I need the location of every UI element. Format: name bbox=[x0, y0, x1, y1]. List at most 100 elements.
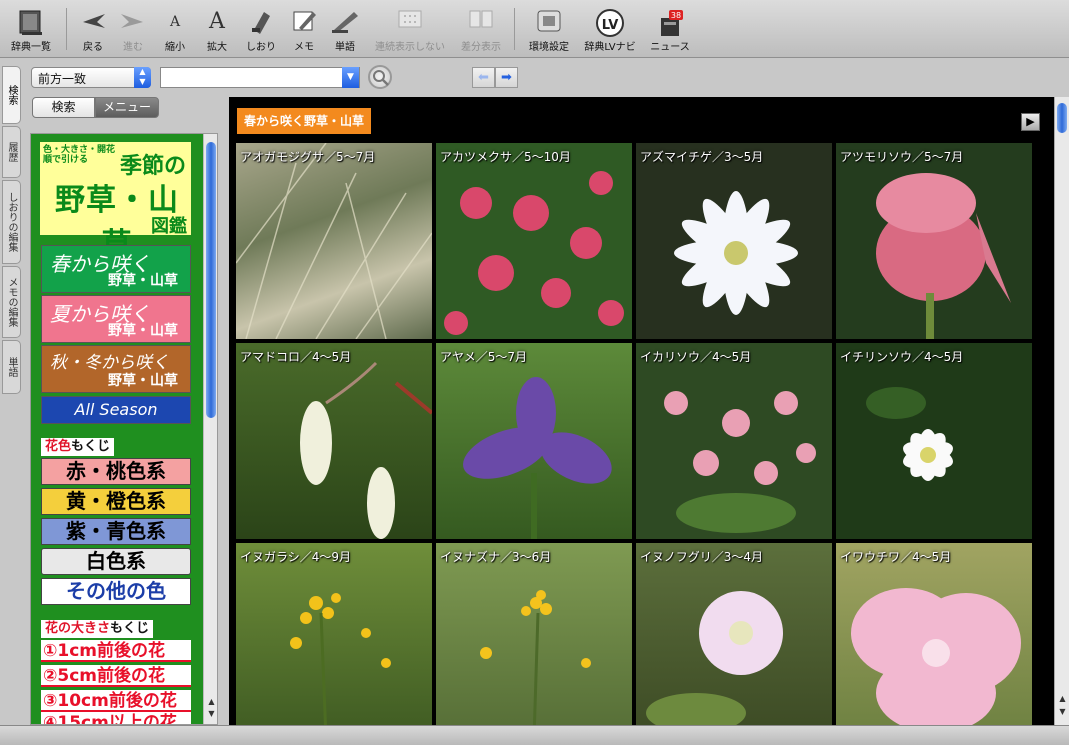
size-5cm-button[interactable]: ②5cm前後の花 bbox=[41, 665, 191, 687]
lady-slipper-photo bbox=[876, 173, 1011, 339]
tab-menu-mode[interactable]: メニュー bbox=[95, 97, 159, 118]
news-count-badge: 38 bbox=[671, 11, 681, 20]
color-toc-heading: 花色もくじ bbox=[41, 438, 115, 456]
anemone-nikoensis-photo bbox=[866, 387, 953, 481]
news-button[interactable]: 38 ニュース bbox=[646, 4, 694, 54]
yellow-cress-photo bbox=[290, 593, 391, 725]
size-10cm-button[interactable]: ③10cm前後の花 bbox=[41, 690, 191, 712]
plant-gallery: 春から咲く野草・山草 ▶ アオガモジグサ／5〜7月 アカツメクサ／5〜10月 ア… bbox=[229, 97, 1054, 725]
plant-tile[interactable]: アマドコロ／4〜5月 bbox=[236, 343, 432, 539]
enlarge-font-button[interactable]: A 拡大 bbox=[200, 4, 234, 54]
plant-tile[interactable]: イヌガラシ／4〜9月 bbox=[236, 543, 432, 725]
white-anemone-photo bbox=[674, 191, 798, 315]
scroll-down-icon[interactable]: ▼ bbox=[1055, 707, 1069, 719]
gallery-scroll-thumb[interactable] bbox=[1057, 103, 1067, 133]
book-title-banner[interactable]: 色・大きさ・開花順で引ける 季節の 野草・山草 図鑑 bbox=[40, 142, 191, 262]
forward-icon bbox=[116, 8, 150, 36]
tab-history[interactable]: 履歴 bbox=[2, 126, 21, 178]
menu-scroll-thumb[interactable] bbox=[206, 142, 216, 418]
search-input[interactable] bbox=[160, 67, 360, 88]
plant-tile[interactable]: イヌナズナ／3〜6月 bbox=[436, 543, 632, 725]
preferences-button[interactable]: 環境設定 bbox=[524, 4, 574, 54]
history-forward-button[interactable]: ➡ bbox=[495, 67, 518, 88]
bookmark-button[interactable]: しおり bbox=[243, 4, 279, 54]
continuous-display-button[interactable]: 連続表示しない bbox=[368, 4, 452, 54]
memo-icon bbox=[287, 8, 321, 36]
clover-photo bbox=[444, 171, 624, 335]
size-15cm-button[interactable]: ④15cm以上の花 bbox=[41, 712, 191, 724]
search-mode-value: 前方一致 bbox=[38, 72, 87, 86]
color-yellow-orange-button[interactable]: 黄・橙色系 bbox=[41, 488, 191, 515]
grass-photo bbox=[236, 143, 432, 339]
season-all-button[interactable]: All Season bbox=[41, 396, 191, 424]
gallery-scrollbar[interactable]: ▲ ▼ bbox=[1054, 97, 1069, 725]
color-purple-blue-button[interactable]: 紫・青色系 bbox=[41, 518, 191, 545]
season-autumn-winter-button[interactable]: 秋・冬から咲く 野草・山草 bbox=[41, 345, 191, 393]
season-spring-button[interactable]: 春から咲く 野草・山草 bbox=[41, 245, 191, 293]
menu-scrollbar[interactable]: ▲ ▼ bbox=[203, 134, 217, 724]
back-icon bbox=[76, 8, 110, 36]
lv-navi-button[interactable]: LV 辞典LVナビ bbox=[580, 4, 640, 54]
font-shrink-icon: A bbox=[169, 14, 181, 30]
scroll-up-icon[interactable]: ▲ bbox=[204, 697, 217, 709]
svg-text:LV: LV bbox=[602, 18, 619, 33]
diff-icon bbox=[464, 8, 498, 36]
tab-search-mode[interactable]: 検索 bbox=[32, 97, 95, 118]
category-title: 春から咲く野草・山草 bbox=[237, 108, 372, 134]
plant-tile[interactable]: イカリソウ／4〜5月 bbox=[636, 343, 832, 539]
toolbar-separator bbox=[514, 8, 515, 50]
next-page-button[interactable]: ▶ bbox=[1021, 113, 1040, 131]
plant-tile[interactable]: イチリンソウ／4〜5月 bbox=[836, 343, 1032, 539]
scroll-down-icon[interactable]: ▼ bbox=[204, 709, 217, 721]
plant-tile[interactable]: アカツメクサ／5〜10月 bbox=[436, 143, 632, 339]
solomon-seal-photo bbox=[300, 361, 432, 539]
tab-search[interactable]: 検索 bbox=[2, 66, 21, 124]
shortia-photo bbox=[851, 588, 1021, 725]
tab-bookmark-edit[interactable]: しおりの編集 bbox=[2, 180, 21, 264]
bookmark-icon bbox=[244, 8, 278, 36]
updown-arrows-icon: ▲ ▼ bbox=[134, 67, 151, 88]
plant-tile[interactable]: イヌノフグリ／3〜4月 bbox=[636, 543, 832, 725]
chevron-down-icon[interactable]: ▼ bbox=[342, 67, 359, 88]
draba-photo bbox=[480, 590, 591, 725]
magnifier-icon bbox=[373, 70, 389, 86]
plant-tile[interactable]: アツモリソウ／5〜7月 bbox=[836, 143, 1032, 339]
search-mode-select[interactable]: 前方一致 ▲ ▼ bbox=[31, 67, 151, 88]
plant-tile[interactable]: アオガモジグサ／5〜7月 bbox=[236, 143, 432, 339]
word-button[interactable]: 単語 bbox=[328, 4, 362, 54]
plant-tile[interactable]: アヤメ／5〜7月 bbox=[436, 343, 632, 539]
dictionary-list-button[interactable]: 辞典一覧 bbox=[6, 4, 56, 54]
scroll-up-icon[interactable]: ▲ bbox=[1055, 694, 1069, 706]
status-bar bbox=[0, 725, 1069, 745]
color-other-button[interactable]: その他の色 bbox=[41, 578, 191, 605]
tab-memo-edit[interactable]: メモの編集 bbox=[2, 266, 21, 338]
diff-display-button[interactable]: 差分表示 bbox=[458, 4, 504, 54]
arrow-left-icon: ⬅ bbox=[478, 70, 489, 85]
search-bar: 前方一致 ▲ ▼ ▼ ⬅ ➡ bbox=[22, 58, 1069, 96]
book-icon bbox=[14, 8, 48, 36]
back-button[interactable]: 戻る bbox=[76, 4, 110, 54]
lv-navi-icon: LV bbox=[593, 8, 627, 37]
font-enlarge-icon: A bbox=[209, 9, 225, 34]
shrink-font-button[interactable]: A 縮小 bbox=[158, 4, 192, 54]
side-tab-bar: 検索 履歴 しおりの編集 メモの編集 単語 bbox=[0, 62, 22, 722]
color-red-pink-button[interactable]: 赤・桃色系 bbox=[41, 458, 191, 485]
season-summer-button[interactable]: 夏から咲く 野草・山草 bbox=[41, 295, 191, 343]
word-icon bbox=[328, 8, 362, 36]
play-arrow-icon: ▶ bbox=[1026, 115, 1035, 128]
plant-tile[interactable]: アズマイチゲ／3〜5月 bbox=[636, 143, 832, 339]
forward-button[interactable]: 進む bbox=[116, 4, 150, 54]
menu-content: 色・大きさ・開花順で引ける 季節の 野草・山草 図鑑 春から咲く 野草・山草 夏… bbox=[31, 134, 203, 724]
size-toc-heading: 花の大きさもくじ bbox=[41, 620, 154, 638]
tab-word[interactable]: 単語 bbox=[2, 340, 21, 394]
search-button[interactable] bbox=[368, 65, 392, 89]
news-icon: 38 bbox=[653, 8, 687, 36]
memo-button[interactable]: メモ bbox=[287, 4, 321, 54]
continuous-icon bbox=[393, 8, 427, 36]
plant-tile[interactable]: イワウチワ／4〜5月 bbox=[836, 543, 1032, 725]
color-white-button[interactable]: 白色系 bbox=[41, 548, 191, 575]
arrow-right-icon: ➡ bbox=[501, 70, 512, 85]
size-1cm-button[interactable]: ①1cm前後の花 bbox=[41, 640, 191, 662]
history-back-button[interactable]: ⬅ bbox=[472, 67, 495, 88]
iris-photo bbox=[463, 377, 612, 539]
